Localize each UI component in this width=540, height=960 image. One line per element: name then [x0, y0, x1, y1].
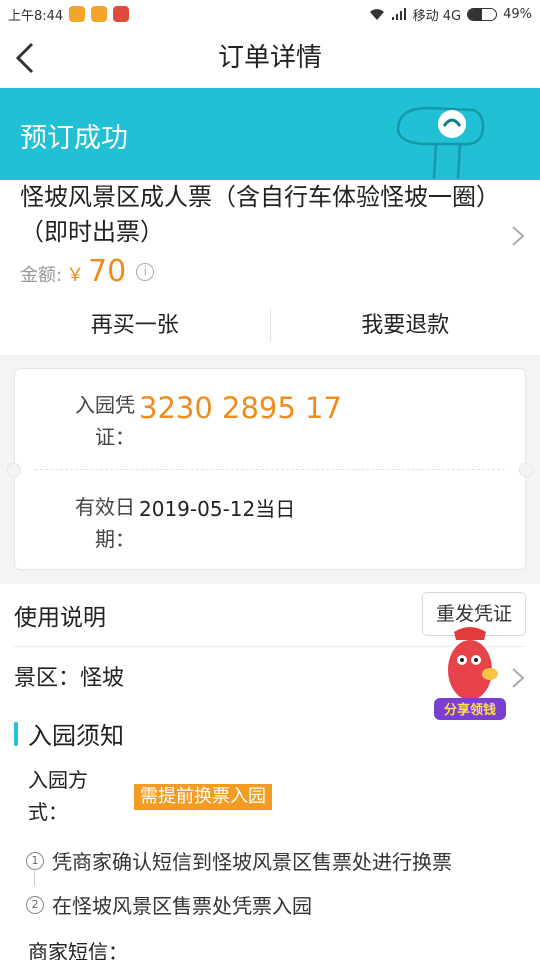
notification-app-icon: [91, 6, 108, 22]
chevron-left-icon: [15, 42, 34, 74]
promo-text: 分享领钱: [444, 702, 496, 718]
info-icon[interactable]: i: [136, 262, 155, 281]
ticket-notch: [519, 463, 533, 477]
battery-icon: [467, 7, 498, 21]
wifi-icon: [369, 9, 384, 20]
entry-method-label: 入园方式：: [28, 768, 88, 824]
merchant-sms-label: 商家短信：: [28, 940, 128, 960]
usage-section: 使用说明 重发凭证 景区：怪坡 分享领钱 入园须知 入园方式： 需提前换票入园 …: [0, 584, 540, 960]
entry-notice-title: 入园须知: [28, 722, 124, 750]
voucher-card: 入园凭证： 3230 2895 17 有效日期： 2019-05-12当日: [7, 368, 533, 570]
usage-title: 使用说明: [14, 605, 106, 631]
nav-bar: 订单详情: [0, 28, 540, 88]
battery-percent: 49%: [503, 6, 532, 22]
notification-app-icon: [69, 6, 86, 22]
ticket-notch: [7, 463, 21, 477]
booking-success-banner: 预订成功: [0, 88, 540, 180]
refund-button[interactable]: 我要退款: [271, 302, 540, 354]
banner-text: 预订成功: [20, 123, 128, 154]
entry-notice-header: 入园须知: [14, 716, 124, 751]
section-accent-bar: [14, 721, 18, 746]
notification-app-icon: [113, 6, 130, 22]
valid-date-value: 2019-05-12当日: [139, 497, 296, 521]
entry-method-badge: 需提前换票入园: [134, 784, 272, 810]
voucher-code-label: 入园凭证：: [75, 393, 135, 449]
product-title: 怪坡风景区成人票（含自行车体验怪坡一圈）（即时出票）: [20, 183, 488, 246]
signal-icon: [391, 8, 406, 20]
share-reward-promo[interactable]: 分享领钱: [430, 624, 510, 724]
status-bar: 上午8:44 移动 4G 49%: [0, 0, 540, 28]
step-connector: [34, 868, 35, 886]
step-text: 在怪坡风景区售票处凭票入园: [52, 894, 312, 918]
entry-step: 2 在怪坡风景区售票处凭票入园: [26, 890, 312, 919]
currency-symbol: ￥: [66, 265, 85, 286]
step-number: 1: [26, 851, 44, 870]
status-time: 上午8:44: [8, 8, 64, 24]
valid-date-label: 有效日期：: [75, 495, 135, 551]
mascot-illustration: [396, 106, 485, 179]
step-text: 凭商家确认短信到怪坡风景区售票处进行换票: [52, 850, 452, 874]
step-number: 2: [26, 895, 44, 914]
back-button[interactable]: [10, 36, 54, 80]
amount-row: 金额: ￥ 70 i: [20, 254, 155, 289]
chevron-right-icon: [512, 668, 525, 688]
buy-again-button[interactable]: 再买一张: [0, 302, 270, 354]
product-card[interactable]: 怪坡风景区成人票（含自行车体验怪坡一圈）（即时出票） 金额: ￥ 70 i 再买…: [0, 180, 540, 355]
amount-value: 70: [88, 254, 127, 289]
page-title: 订单详情: [217, 43, 322, 73]
scenic-spot-link[interactable]: 景区：怪坡: [14, 660, 124, 692]
amount-label: 金额:: [20, 265, 63, 286]
network-label: 移动 4G: [412, 8, 462, 24]
order-actions: 再买一张 我要退款: [0, 302, 540, 354]
voucher-code: 3230 2895 17: [139, 391, 342, 425]
entry-step: 1 凭商家确认短信到怪坡风景区售票处进行换票: [26, 846, 452, 875]
chevron-right-icon: [512, 226, 525, 246]
dashed-divider: [35, 469, 505, 470]
